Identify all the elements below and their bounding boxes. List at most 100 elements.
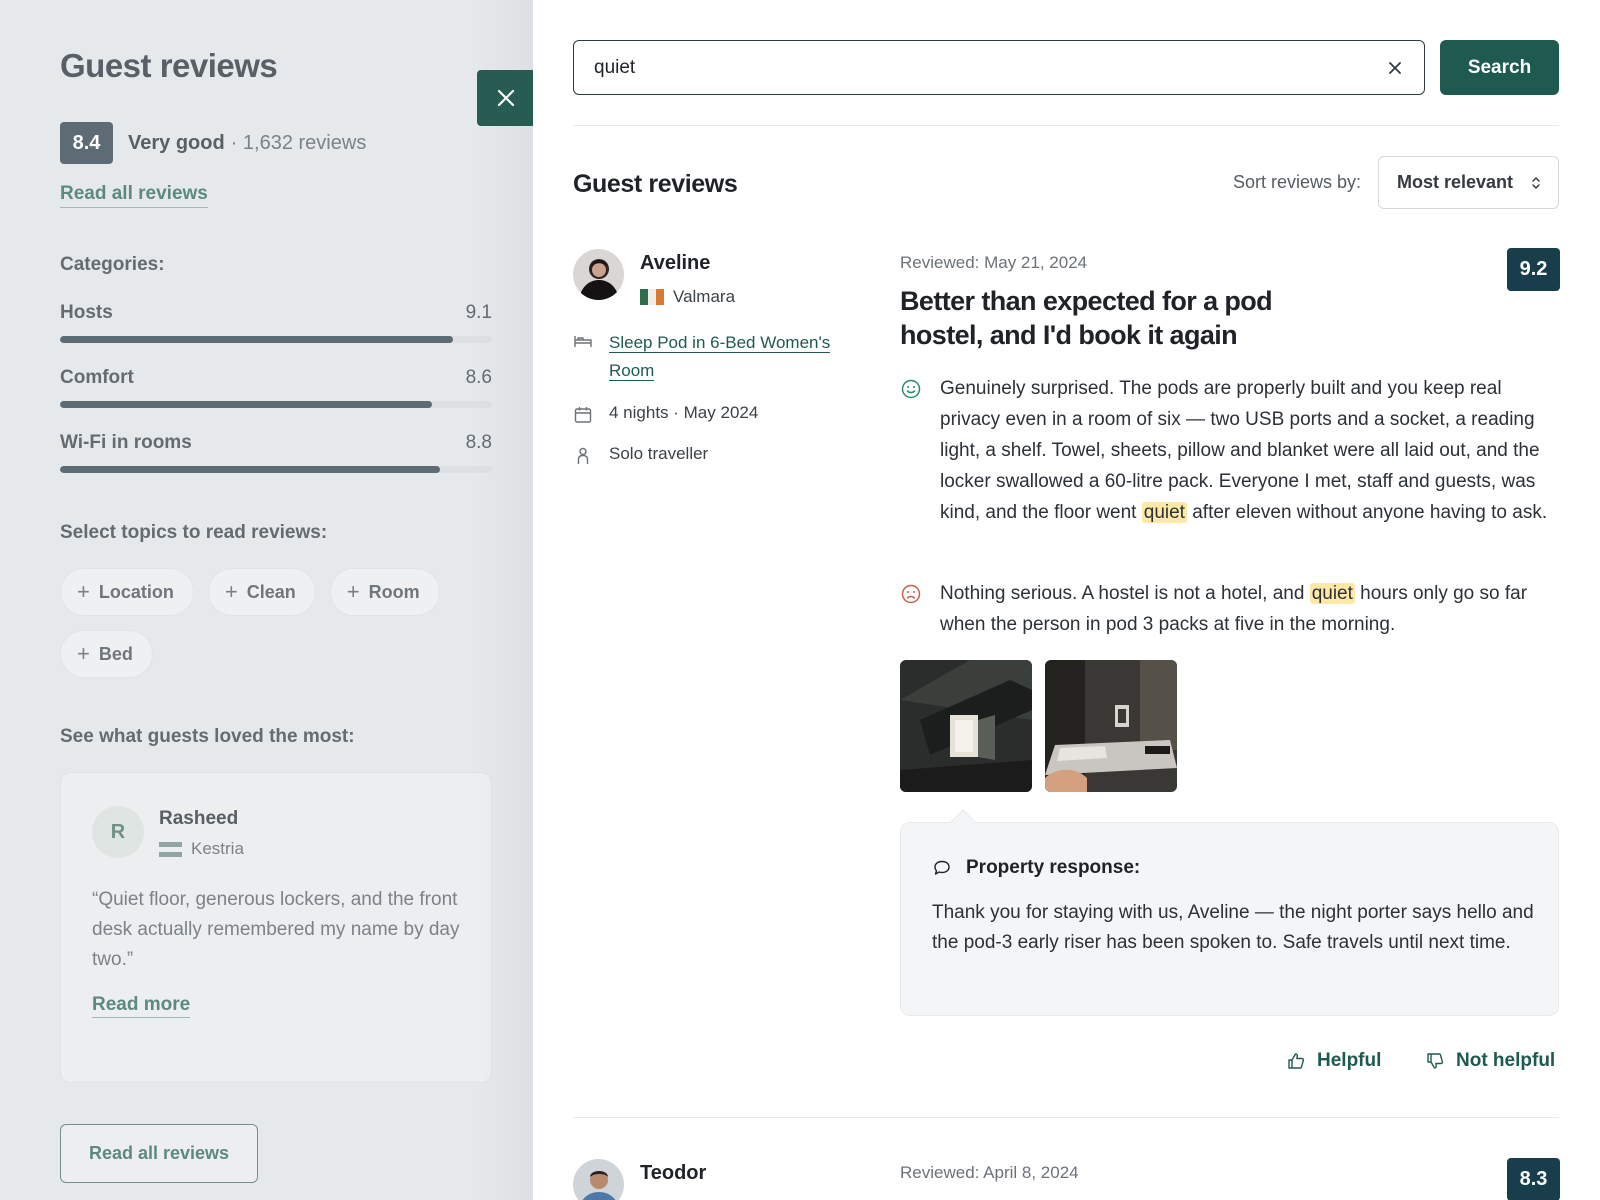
thumbs-up-icon — [1288, 1053, 1305, 1069]
sort-label: Sort reviews by: — [1233, 172, 1362, 192]
category-comfort: Comfort 8.6 — [60, 367, 492, 408]
close-button[interactable] — [477, 70, 534, 126]
traveller-type: Solo traveller — [573, 444, 708, 466]
topic-chip-bed[interactable]: + Bed — [60, 630, 153, 678]
smile-icon — [901, 379, 921, 399]
calendar-icon — [574, 407, 592, 423]
text-segment: Nothing serious. A hostel is not a hotel… — [940, 583, 1310, 604]
thumbs-down-icon — [1427, 1053, 1444, 1069]
avatar: R — [92, 806, 144, 858]
plus-icon: + — [77, 579, 90, 604]
category-score: 8.8 — [465, 432, 492, 453]
categories-heading: Categories: — [60, 254, 165, 275]
topic-chip-room[interactable]: + Room — [329, 568, 440, 616]
category-bar — [60, 466, 492, 473]
traveller-type-label: Solo traveller — [609, 444, 709, 463]
topic-chip-location[interactable]: + Location — [60, 568, 194, 616]
topic-label: Bed — [98, 643, 133, 664]
stay-duration: 4 nights · May 2024 — [573, 403, 758, 425]
property-response-heading: Property response: — [932, 857, 1140, 879]
review-date: Reviewed: April 8, 2024 — [900, 1163, 1079, 1182]
plus-icon: + — [77, 641, 90, 666]
room-type: Sleep Pod in 6-Bed Women's Room — [573, 329, 849, 385]
country-name: Valmara — [673, 287, 736, 306]
country-name: Kestria — [191, 839, 244, 858]
sort-chevrons-icon — [1532, 176, 1540, 189]
overall-score-label: Very good — [128, 131, 225, 154]
negative-text: Nothing serious. A hostel is not a hotel… — [940, 578, 1559, 640]
reviewer-country: Valmara — [640, 287, 735, 307]
category-wifi: Wi-Fi in rooms 8.8 — [60, 432, 492, 473]
category-name: Comfort — [60, 367, 134, 388]
search-box — [573, 40, 1425, 95]
search-highlight: quiet — [1309, 583, 1355, 604]
clear-search-button[interactable] — [1384, 57, 1406, 79]
room-type-label: Sleep Pod in 6-Bed Women's Room — [609, 333, 831, 381]
response-caret — [950, 809, 976, 835]
review-score-badge: 9.2 — [1507, 248, 1560, 291]
read-more-link[interactable]: Read more — [92, 994, 191, 1018]
featured-reviewer-name: Rasheed — [159, 808, 239, 829]
clear-icon — [1389, 61, 1401, 74]
room-type-link[interactable]: Sleep Pod in 6-Bed Women's Room — [609, 329, 849, 385]
plus-icon: + — [346, 579, 360, 604]
overall-score-badge: 8.4 — [60, 122, 113, 164]
review-photo[interactable] — [1045, 660, 1177, 792]
review-title: Better than expected for a pod hostel, a… — [900, 286, 1273, 350]
property-response: Property response: Thank you for staying… — [900, 809, 1559, 1016]
overall-score-row: 8.4 Very good · 1,632 reviews — [60, 122, 366, 164]
flag-icon — [159, 841, 182, 857]
response-heading-label: Property response: — [966, 857, 1141, 878]
sort-selected-value: Most relevant — [1397, 172, 1514, 192]
divider — [573, 125, 1559, 126]
person-icon — [577, 447, 589, 464]
review-negative: Nothing serious. A hostel is not a hotel… — [900, 578, 1559, 640]
category-bar — [60, 401, 492, 408]
search-input[interactable] — [594, 56, 1384, 79]
loved-most-heading: See what guests loved the most: — [60, 726, 355, 747]
topic-label: Room — [368, 581, 420, 602]
reviewer-name: Aveline — [640, 252, 711, 274]
featured-reviewer-country: Kestria — [159, 839, 244, 859]
topic-chip-clean[interactable]: + Clean — [207, 568, 316, 616]
overall-review-count: · 1,632 reviews — [230, 131, 367, 154]
category-bar — [60, 336, 492, 343]
avatar — [573, 1159, 624, 1200]
avatar — [573, 249, 624, 300]
helpful-button[interactable]: Helpful — [1287, 1050, 1381, 1072]
divider — [573, 1117, 1559, 1118]
property-response-text: Thank you for staying with us, Aveline —… — [932, 902, 1534, 953]
frown-icon — [901, 584, 921, 604]
category-name: Hosts — [60, 302, 113, 323]
plus-icon: + — [224, 579, 238, 604]
not-helpful-label: Not helpful — [1456, 1050, 1556, 1071]
sort-select[interactable]: Most relevant — [1378, 156, 1559, 209]
category-score: 9.1 — [465, 302, 492, 323]
review-score-badge: 8.3 — [1507, 1158, 1560, 1200]
speech-bubble-icon — [934, 860, 950, 875]
stay-duration-label: 4 nights · May 2024 — [609, 403, 759, 422]
bed-icon — [574, 336, 592, 347]
read-all-reviews-link[interactable]: Read all reviews — [60, 183, 208, 208]
category-name: Wi-Fi in rooms — [60, 432, 192, 453]
review-positive: Genuinely surprised. The pods are proper… — [900, 373, 1559, 528]
category-bar-fill — [60, 401, 432, 408]
positive-text: Genuinely surprised. The pods are proper… — [940, 373, 1559, 528]
helpful-label: Helpful — [1317, 1050, 1382, 1071]
topic-label: Clean — [246, 581, 296, 602]
topic-label: Location — [98, 581, 174, 602]
review-date: Reviewed: May 21, 2024 — [900, 253, 1088, 272]
topic-chips: + Location + Clean + Room + Bed — [60, 568, 492, 678]
read-all-reviews-button[interactable]: Read all reviews — [60, 1124, 258, 1183]
search-button[interactable]: Search — [1440, 40, 1559, 95]
flag-icon — [640, 289, 664, 305]
category-bar-fill — [60, 336, 454, 343]
reviews-panel: Search Guest reviews Sort reviews by: Mo… — [533, 0, 1600, 1200]
review-photo[interactable] — [900, 660, 1032, 792]
featured-review-quote: “Quiet floor, generous lockers, and the … — [92, 889, 460, 970]
summary-title: Guest reviews — [60, 47, 278, 84]
featured-review-card: R Rasheed Kestria “Quiet floor, generous… — [60, 772, 492, 1083]
not-helpful-button[interactable]: Not helpful — [1426, 1050, 1555, 1072]
topics-heading: Select topics to read reviews: — [60, 522, 328, 543]
reviews-summary-panel: Guest reviews 8.4 Very good · 1,632 revi… — [0, 0, 533, 1200]
